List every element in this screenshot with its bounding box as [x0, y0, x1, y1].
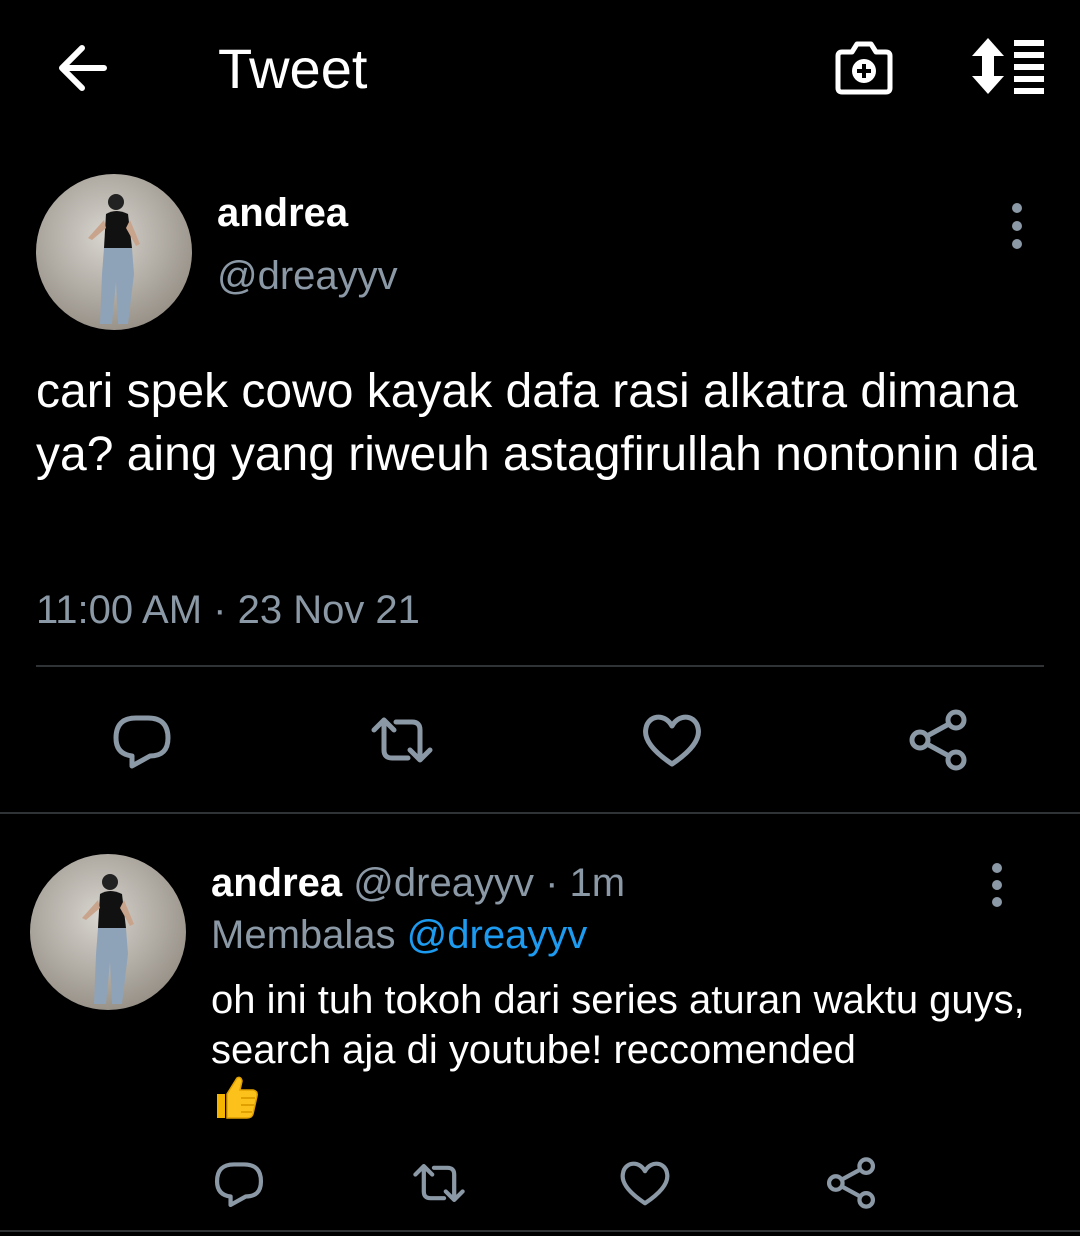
arrow-left-icon	[59, 45, 107, 91]
replying-to-link[interactable]: @dreayyv	[407, 913, 588, 957]
divider	[36, 665, 1044, 667]
like-icon	[620, 1161, 670, 1206]
page-title: Tweet	[218, 37, 368, 100]
reply-share-button[interactable]	[824, 1156, 878, 1210]
camera-button[interactable]	[832, 38, 896, 98]
reply-icon	[113, 715, 171, 769]
reply-more-options-button[interactable]	[980, 860, 1014, 910]
author-handle[interactable]: @dreayyv	[217, 253, 398, 299]
share-icon	[826, 1157, 876, 1209]
replying-to: Membalas @dreayyv	[211, 912, 587, 958]
reply-text: oh ini tuh tokoh dari series aturan wakt…	[211, 978, 1025, 1072]
back-button[interactable]	[52, 36, 116, 100]
share-button[interactable]	[906, 708, 970, 772]
thumbs-up-emoji	[211, 1072, 261, 1122]
replying-label: Membalas	[211, 913, 396, 957]
divider	[0, 1230, 1080, 1232]
retweet-icon	[413, 1164, 465, 1202]
divider	[0, 812, 1080, 814]
like-button[interactable]	[640, 708, 704, 772]
reply-icon	[214, 1162, 264, 1208]
like-icon	[643, 714, 701, 767]
thumbs-up-icon	[217, 1076, 258, 1119]
more-vertical-icon	[992, 863, 1002, 907]
reply-button[interactable]	[110, 708, 174, 772]
retweet-icon	[371, 717, 433, 763]
more-options-button[interactable]	[1000, 200, 1034, 252]
tweet-text: cari spek cowo kayak dafa rasi alkatra d…	[36, 365, 1037, 481]
share-icon	[909, 709, 967, 771]
reply-age: 1m	[569, 861, 626, 905]
sort-button[interactable]	[968, 36, 1048, 96]
reply-author-handle[interactable]: @dreayyv	[353, 861, 534, 905]
tweet-timestamp: 11:00 AM · 23 Nov 21	[36, 588, 420, 632]
avatar[interactable]	[30, 854, 186, 1010]
more-vertical-icon	[1012, 203, 1022, 249]
separator-dot: ·	[545, 861, 559, 905]
profile-photo-icon	[82, 874, 134, 1004]
avatar[interactable]	[36, 174, 192, 330]
reply-like-button[interactable]	[618, 1156, 672, 1210]
profile-photo-icon	[88, 194, 140, 324]
retweet-button[interactable]	[370, 708, 434, 772]
author-name[interactable]: andrea	[217, 190, 348, 236]
reply-reply-button[interactable]	[212, 1156, 266, 1210]
reply-header: andrea @dreayyv · 1m	[211, 860, 625, 906]
camera-plus-icon	[835, 41, 893, 95]
reply-retweet-button[interactable]	[412, 1156, 466, 1210]
reply-author-name[interactable]: andrea	[211, 861, 342, 905]
sort-list-icon	[972, 38, 1044, 94]
